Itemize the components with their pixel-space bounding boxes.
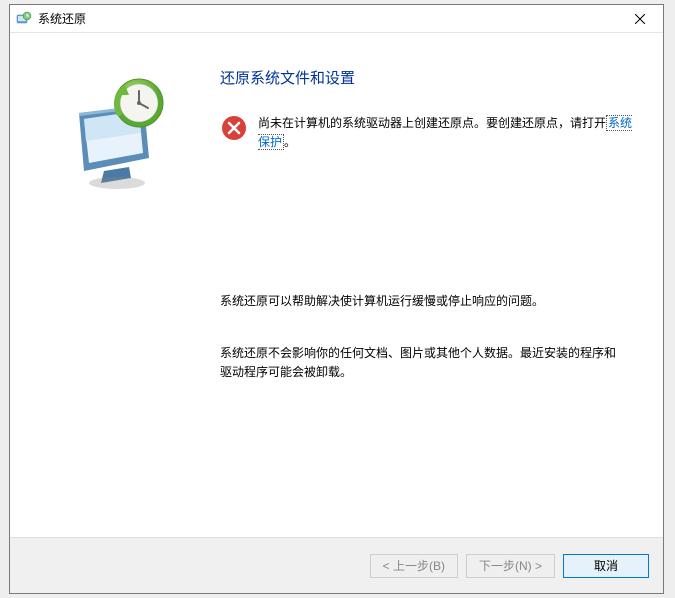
main-panel: 还原系统文件和设置 尚未在计算机的系统驱动器上创建还原点。要创建还原点，请打开系… — [200, 33, 663, 537]
restore-illustration-icon — [49, 63, 177, 191]
info-paragraph-1: 系统还原可以帮助解决使计算机运行缓慢或停止响应的问题。 — [220, 292, 635, 311]
page-heading: 还原系统文件和设置 — [220, 67, 635, 88]
next-button: 下一步(N) > — [466, 554, 555, 578]
content-area: 还原系统文件和设置 尚未在计算机的系统驱动器上创建还原点。要创建还原点，请打开系… — [10, 33, 663, 537]
system-restore-icon — [16, 11, 32, 27]
error-prefix: 尚未在计算机的系统驱动器上创建还原点。要创建还原点，请打开 — [258, 116, 606, 130]
info-paragraph-2: 系统还原不会影响你的任何文档、图片或其他个人数据。最近安装的程序和驱动程序可能会… — [220, 344, 635, 382]
error-suffix: 。 — [284, 135, 296, 149]
window-title: 系统还原 — [38, 10, 86, 27]
cancel-button[interactable]: 取消 — [563, 554, 649, 578]
titlebar: 系统还原 — [10, 5, 663, 33]
system-restore-dialog: 系统还原 — [9, 4, 664, 594]
footer-bar: < 上一步(B) 下一步(N) > 取消 — [10, 537, 663, 593]
close-button[interactable] — [617, 5, 663, 33]
error-message-row: 尚未在计算机的系统驱动器上创建还原点。要创建还原点，请打开系统保护。 — [220, 114, 635, 152]
sidebar-panel — [10, 33, 200, 537]
error-text: 尚未在计算机的系统驱动器上创建还原点。要创建还原点，请打开系统保护。 — [258, 114, 635, 152]
back-button: < 上一步(B) — [370, 554, 458, 578]
error-icon — [220, 114, 248, 142]
